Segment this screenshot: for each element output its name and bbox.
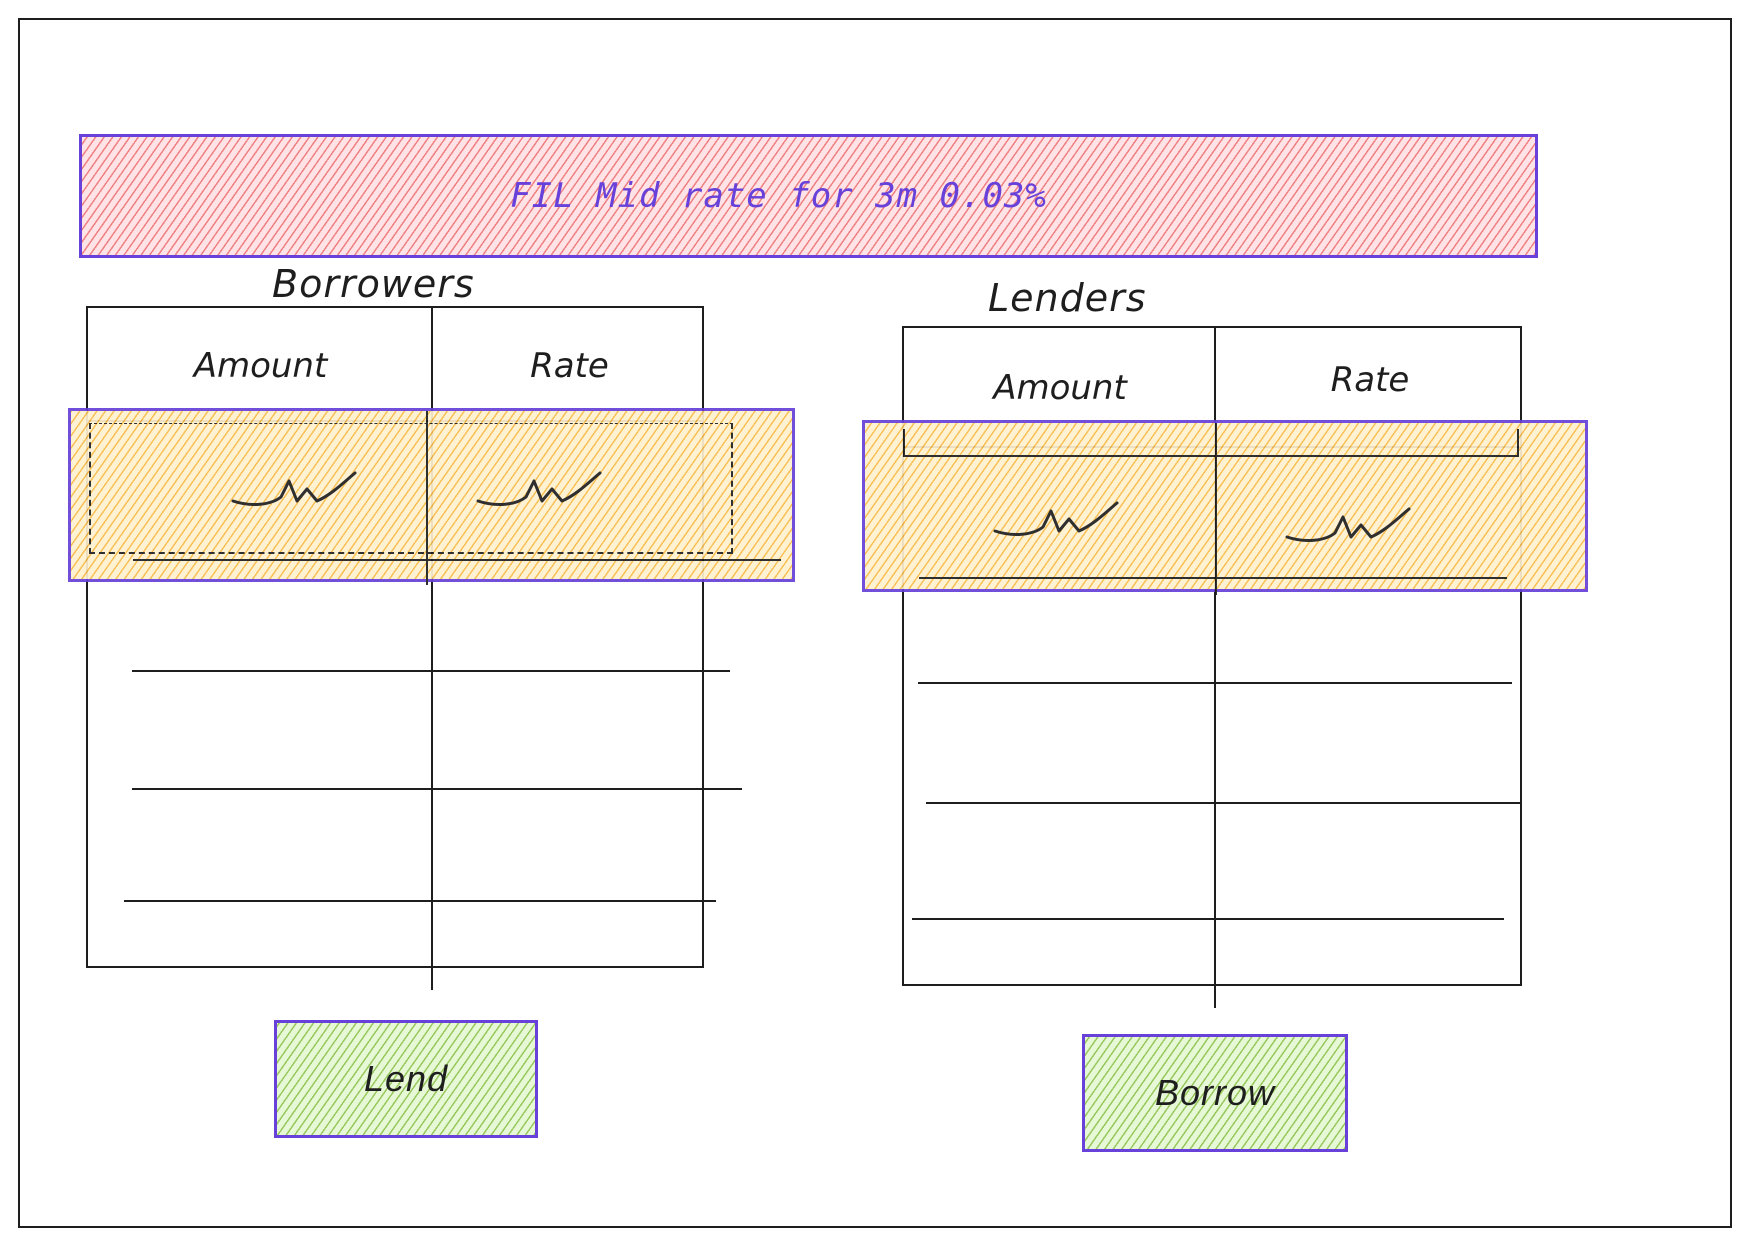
mid-rate-text: FIL Mid rate for 3m 0.03% [510,176,1047,216]
row-divider [918,682,1512,684]
borrow-button-label: Borrow [1154,1072,1276,1113]
lend-button[interactable]: Lend [274,1020,538,1138]
borrowers-selected-row[interactable] [68,408,795,585]
borrowers-table: Amount Rate [86,306,742,990]
borrowers-amount-header: Amount [193,346,328,386]
borrow-button[interactable]: Borrow [1082,1034,1348,1152]
lenders-rate-header: Rate [1330,360,1410,400]
amount-placeholder-scribble [993,501,1119,536]
lenders-selected-row[interactable] [862,420,1588,595]
borrowers-title: Borrowers [272,262,475,306]
selected-row-outline [903,429,1519,457]
row-divider [132,788,742,790]
row-divider [133,559,781,561]
rate-placeholder-scribble [476,471,602,506]
row-divider [926,802,1522,804]
column-divider [1215,423,1217,595]
amount-placeholder-scribble [231,471,357,506]
selected-row-outline [89,423,733,554]
lenders-amount-header: Amount [993,368,1127,408]
row-divider [132,670,730,672]
rate-placeholder-scribble [1285,507,1411,542]
mid-rate-banner: FIL Mid rate for 3m 0.03% [79,134,1538,258]
row-divider [912,918,1504,920]
borrowers-rate-header: Rate [530,346,609,386]
lend-button-label: Lend [363,1058,449,1099]
row-divider [919,577,1507,579]
row-divider [124,900,716,902]
lenders-title: Lenders [988,276,1147,320]
